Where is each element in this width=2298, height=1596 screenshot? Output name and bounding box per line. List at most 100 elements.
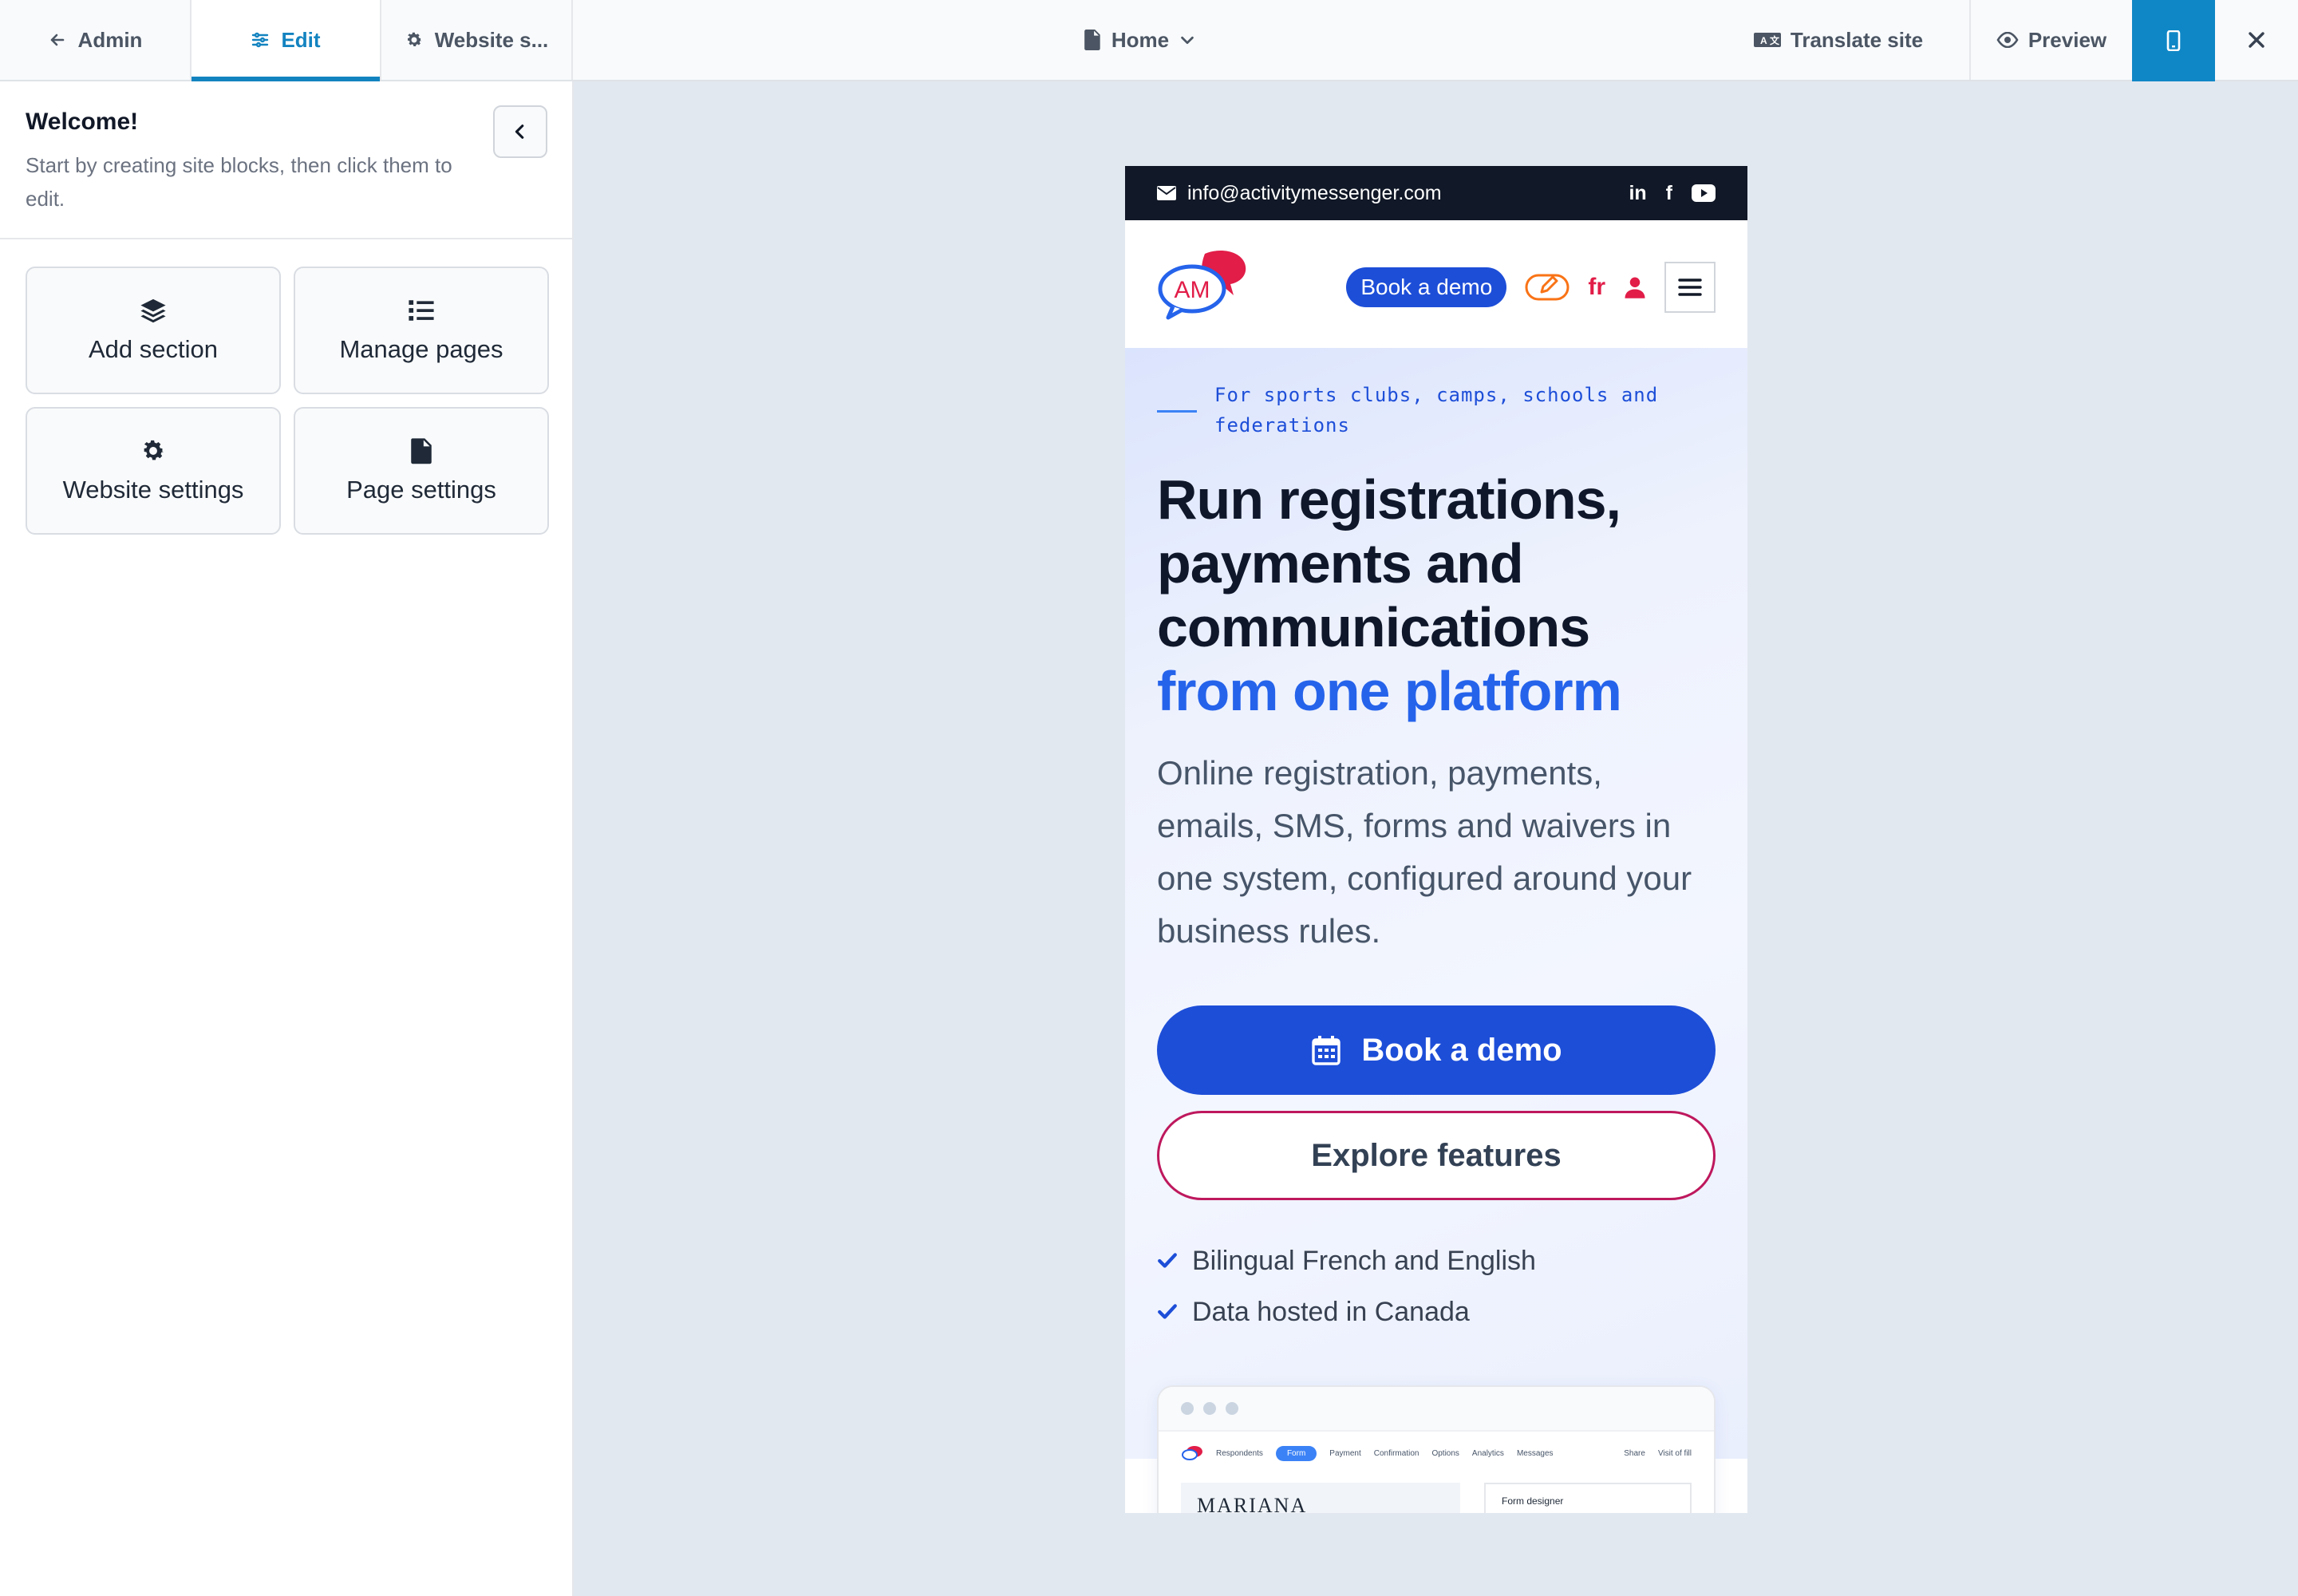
manage-pages-card[interactable]: Manage pages xyxy=(294,267,549,394)
mobile-icon xyxy=(2166,30,2181,51)
eye-icon xyxy=(1996,32,2019,48)
chevron-left-icon xyxy=(515,124,524,139)
add-section-label: Add section xyxy=(89,335,218,363)
action-cards: Add section Manage pages Website setting… xyxy=(26,267,549,535)
welcome-panel: Welcome! Start by creating site blocks, … xyxy=(0,81,572,239)
user-icon[interactable] xyxy=(1623,275,1647,299)
site-logo[interactable]: AM xyxy=(1157,247,1250,321)
website-settings-card[interactable]: Website settings xyxy=(26,407,281,535)
hero-headline: Run registrations, payments and communic… xyxy=(1157,468,1716,723)
tab-website-settings-label: Website s... xyxy=(434,27,549,52)
screenshot-nav-item: Payment xyxy=(1329,1448,1361,1458)
screenshot-nav-item: Messages xyxy=(1516,1448,1554,1458)
sliders-icon xyxy=(252,32,269,48)
hero-checklist: Bilingual French and English Data hosted… xyxy=(1157,1235,1716,1337)
tab-admin-label: Admin xyxy=(77,27,143,52)
welcome-text: Start by creating site blocks, then clic… xyxy=(26,153,452,211)
screenshot-nav-right: Visit of fill xyxy=(1657,1448,1692,1458)
svg-text:文: 文 xyxy=(1770,34,1780,46)
facebook-icon[interactable]: f xyxy=(1666,182,1672,205)
file-icon xyxy=(411,438,432,464)
product-screenshot: Respondents Form Payment Confirmation Op… xyxy=(1157,1385,1716,1513)
layers-icon xyxy=(140,298,166,323)
linkedin-icon[interactable]: in xyxy=(1629,182,1646,205)
mobile-site-preview: info@activitymessenger.com in f AM Book … xyxy=(1125,166,1747,1513)
site-topbar: info@activitymessenger.com in f xyxy=(1125,166,1747,220)
tab-edit[interactable]: Edit xyxy=(192,0,381,81)
hero-headline-accent: from one platform xyxy=(1157,660,1622,722)
hero-eyebrow: For sports clubs, camps, schools and fed… xyxy=(1157,380,1716,440)
translate-icon: A文 xyxy=(1753,33,1781,47)
hero-section: For sports clubs, camps, schools and fed… xyxy=(1125,348,1747,1513)
gear-icon xyxy=(407,32,422,46)
preview-label: Preview xyxy=(2028,27,2107,52)
edit-pencil-icon[interactable] xyxy=(1524,273,1570,302)
page-settings-card[interactable]: Page settings xyxy=(294,407,549,535)
site-email-text: info@activitymessenger.com xyxy=(1187,181,1442,204)
hero-book-demo-button[interactable]: Book a demo xyxy=(1157,1005,1716,1095)
editor-topbar: Admin Edit Website s... Home A文 Translat… xyxy=(0,0,2298,81)
page-settings-label: Page settings xyxy=(346,476,496,504)
screenshot-nav-item: Confirmation xyxy=(1373,1448,1419,1458)
topbar-actions: A文 Translate site Preview xyxy=(1708,0,2298,81)
explore-features-button[interactable]: Explore features xyxy=(1157,1111,1716,1200)
translate-site-label: Translate site xyxy=(1790,27,1924,52)
explore-features-label: Explore features xyxy=(1311,1137,1562,1173)
screenshot-panel: Form designer xyxy=(1484,1483,1692,1513)
file-icon xyxy=(1084,30,1100,50)
site-navbar: AM Book a demo fr xyxy=(1125,220,1747,348)
hamburger-menu-button[interactable] xyxy=(1664,262,1716,313)
site-nav-actions: Book a demo fr xyxy=(1346,262,1716,313)
hero-headline-main: Run registrations, payments and communic… xyxy=(1157,468,1621,658)
screenshot-nav-item: Analytics xyxy=(1471,1448,1504,1458)
mobile-view-button[interactable] xyxy=(2132,0,2215,81)
site-email[interactable]: info@activitymessenger.com xyxy=(1157,182,1442,205)
arrow-left-icon xyxy=(50,34,64,46)
envelope-icon xyxy=(1157,186,1176,200)
tab-website-settings[interactable]: Website s... xyxy=(381,0,573,80)
hero-eyebrow-text: For sports clubs, camps, schools and fed… xyxy=(1214,384,1659,437)
page-selector-label: Home xyxy=(1111,27,1170,52)
screenshot-nav-item: Form xyxy=(1275,1445,1317,1461)
welcome-title: Welcome! xyxy=(26,109,139,135)
screenshot-window-bar xyxy=(1159,1387,1714,1432)
close-icon xyxy=(2249,32,2264,48)
language-switch[interactable]: fr xyxy=(1588,274,1605,301)
close-editor-button[interactable] xyxy=(2215,0,2298,80)
tab-edit-label: Edit xyxy=(281,27,321,52)
screenshot-image: MARIANA xyxy=(1181,1483,1460,1513)
preview-button[interactable]: Preview xyxy=(1971,0,2132,80)
tab-admin[interactable]: Admin xyxy=(0,0,192,80)
hero-subtitle: Online registration, payments, emails, S… xyxy=(1157,754,1692,950)
screenshot-nav-item: Options xyxy=(1431,1448,1459,1458)
screenshot-nav-right: Share xyxy=(1624,1448,1645,1458)
youtube-icon[interactable] xyxy=(1692,184,1716,202)
nav-book-demo-button[interactable]: Book a demo xyxy=(1346,267,1507,307)
list-item: Bilingual French and English xyxy=(1157,1235,1716,1286)
svg-text:A: A xyxy=(1760,35,1767,46)
calendar-icon xyxy=(1312,1036,1341,1065)
chevron-down-icon xyxy=(1181,36,1194,45)
manage-pages-label: Manage pages xyxy=(339,335,503,363)
check-icon xyxy=(1158,1253,1177,1268)
translate-site-button[interactable]: A文 Translate site xyxy=(1708,0,1971,80)
list-item: Data hosted in Canada xyxy=(1157,1286,1716,1337)
screenshot-nav: Respondents Form Payment Confirmation Op… xyxy=(1159,1432,1714,1475)
mini-logo-icon xyxy=(1182,1446,1202,1460)
screenshot-nav-item: Respondents xyxy=(1216,1448,1263,1458)
check-text: Bilingual French and English xyxy=(1192,1245,1536,1276)
add-section-card[interactable]: Add section xyxy=(26,267,281,394)
screenshot-body: MARIANA Form designer xyxy=(1159,1475,1714,1513)
hamburger-icon xyxy=(1678,279,1702,296)
website-settings-label: Website settings xyxy=(62,476,244,504)
page-selector[interactable]: Home xyxy=(573,0,1708,80)
check-icon xyxy=(1158,1304,1177,1319)
logo-text: AM xyxy=(1175,277,1210,303)
eyebrow-line xyxy=(1157,410,1197,413)
check-text: Data hosted in Canada xyxy=(1192,1296,1470,1327)
gear-icon xyxy=(144,440,164,460)
collapse-sidebar-button[interactable] xyxy=(493,105,547,158)
list-icon xyxy=(409,300,434,321)
social-links: in f xyxy=(1629,182,1716,205)
hero-book-demo-label: Book a demo xyxy=(1361,1032,1562,1068)
